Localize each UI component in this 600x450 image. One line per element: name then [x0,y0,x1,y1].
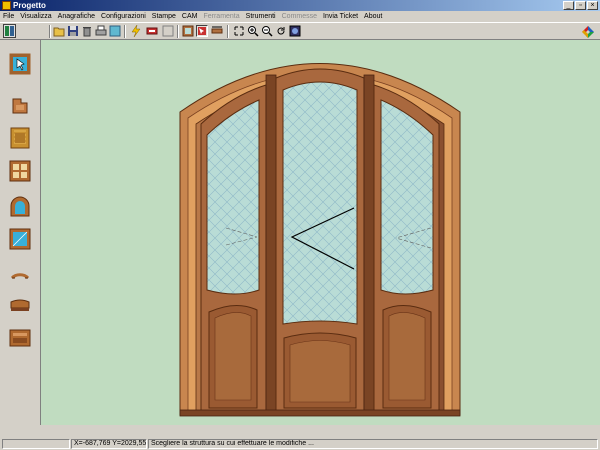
restore-button[interactable]: ▫ [575,1,586,10]
window-frame-icon[interactable] [9,160,31,182]
copy-icon[interactable] [109,25,121,37]
left-sidelight[interactable] [200,84,267,415]
toolbar-separator [124,25,126,38]
zoom-in-icon[interactable] [247,25,259,37]
close-button[interactable]: × [587,1,598,10]
status-bar: X=-687,769 Y=2029,558 Scegliere la strut… [0,438,600,450]
window-controls: _ ▫ × [563,1,598,10]
drawing-canvas[interactable] [41,40,600,425]
measure-icon[interactable] [211,25,223,37]
toolbar-separator [49,25,51,38]
menu-anagrafiche[interactable]: Anagrafiche [55,11,98,22]
pointer-frame-icon[interactable] [196,25,208,37]
print-icon[interactable] [95,25,107,37]
rotate-icon[interactable] [275,25,287,37]
menu-visualizza[interactable]: Visualizza [17,11,54,22]
right-sidelight[interactable] [373,84,440,415]
open-folder-icon[interactable] [53,25,65,37]
menu-commesse: Commesse [281,13,318,20]
menu-file[interactable]: File [0,11,17,22]
glass-panel-icon[interactable] [9,228,31,250]
zoom-out-icon[interactable] [261,25,273,37]
status-empty-cell [2,439,70,449]
toolbar-separator [227,25,229,38]
minimize-button[interactable]: _ [563,1,574,10]
title-bar: Progetto _ ▫ × [0,0,600,11]
arch-segment-icon[interactable] [9,264,31,286]
panel-toggle-icon[interactable] [3,24,16,38]
menu-configurazioni[interactable]: Configurazioni [98,11,149,22]
app-icon [2,1,11,10]
frame-icon[interactable] [182,25,194,37]
door-panel-icon[interactable] [9,327,31,349]
element-icon[interactable] [146,25,158,37]
menu-strumenti[interactable]: Strumenti [243,11,279,22]
center-door-leaf[interactable] [275,68,365,415]
curved-rail-icon[interactable] [9,294,31,316]
blank-icon[interactable] [162,25,174,37]
menu-about[interactable]: About [361,11,385,22]
status-coordinates: X=-687,769 Y=2029,558 [71,439,147,449]
window-title: Progetto [13,1,46,10]
left-tool-panel [0,40,41,425]
door-drawing[interactable] [41,40,600,425]
render-icon[interactable] [289,25,301,37]
menu-bar: File Visualizza Anagrafiche Configurazio… [0,11,600,22]
menu-invia-ticket[interactable]: Invia Ticket [320,11,361,22]
lightning-icon[interactable] [130,24,142,38]
select-pointer-icon[interactable] [9,53,31,75]
menu-cam[interactable]: CAM [179,11,201,22]
delete-icon[interactable] [81,25,93,37]
texture-panel-icon[interactable] [9,127,31,149]
arch-window-icon[interactable] [9,195,31,217]
profile-section-icon[interactable] [9,95,31,117]
zoom-extents-icon[interactable] [233,25,245,37]
toolbar-separator [177,25,179,38]
menu-ferramenta: Ferramenta [203,13,240,20]
toolbar [0,22,600,40]
menu-stampe[interactable]: Stampe [149,11,179,22]
save-icon[interactable] [67,25,79,37]
status-message: Scegliere la struttura su cui effettuare… [148,439,598,449]
brand-logo-icon [580,24,596,40]
